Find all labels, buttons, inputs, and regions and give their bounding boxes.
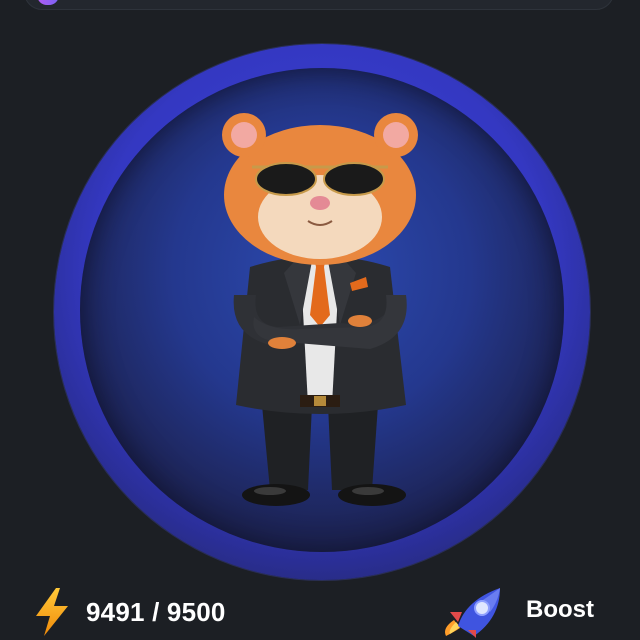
boost-label: Boost (526, 596, 594, 623)
level-indicator (37, 0, 59, 5)
energy-counter: 9491 / 9500 (32, 586, 226, 638)
hamster-character[interactable] (200, 105, 440, 515)
top-progress-bar (24, 0, 614, 10)
energy-value: 9491 / 9500 (86, 596, 226, 627)
boost-button[interactable]: Boost (440, 582, 594, 638)
rocket-icon (445, 588, 500, 638)
lightning-icon (36, 588, 68, 636)
game-screen: 9491 / 9500 Boost (0, 0, 640, 640)
